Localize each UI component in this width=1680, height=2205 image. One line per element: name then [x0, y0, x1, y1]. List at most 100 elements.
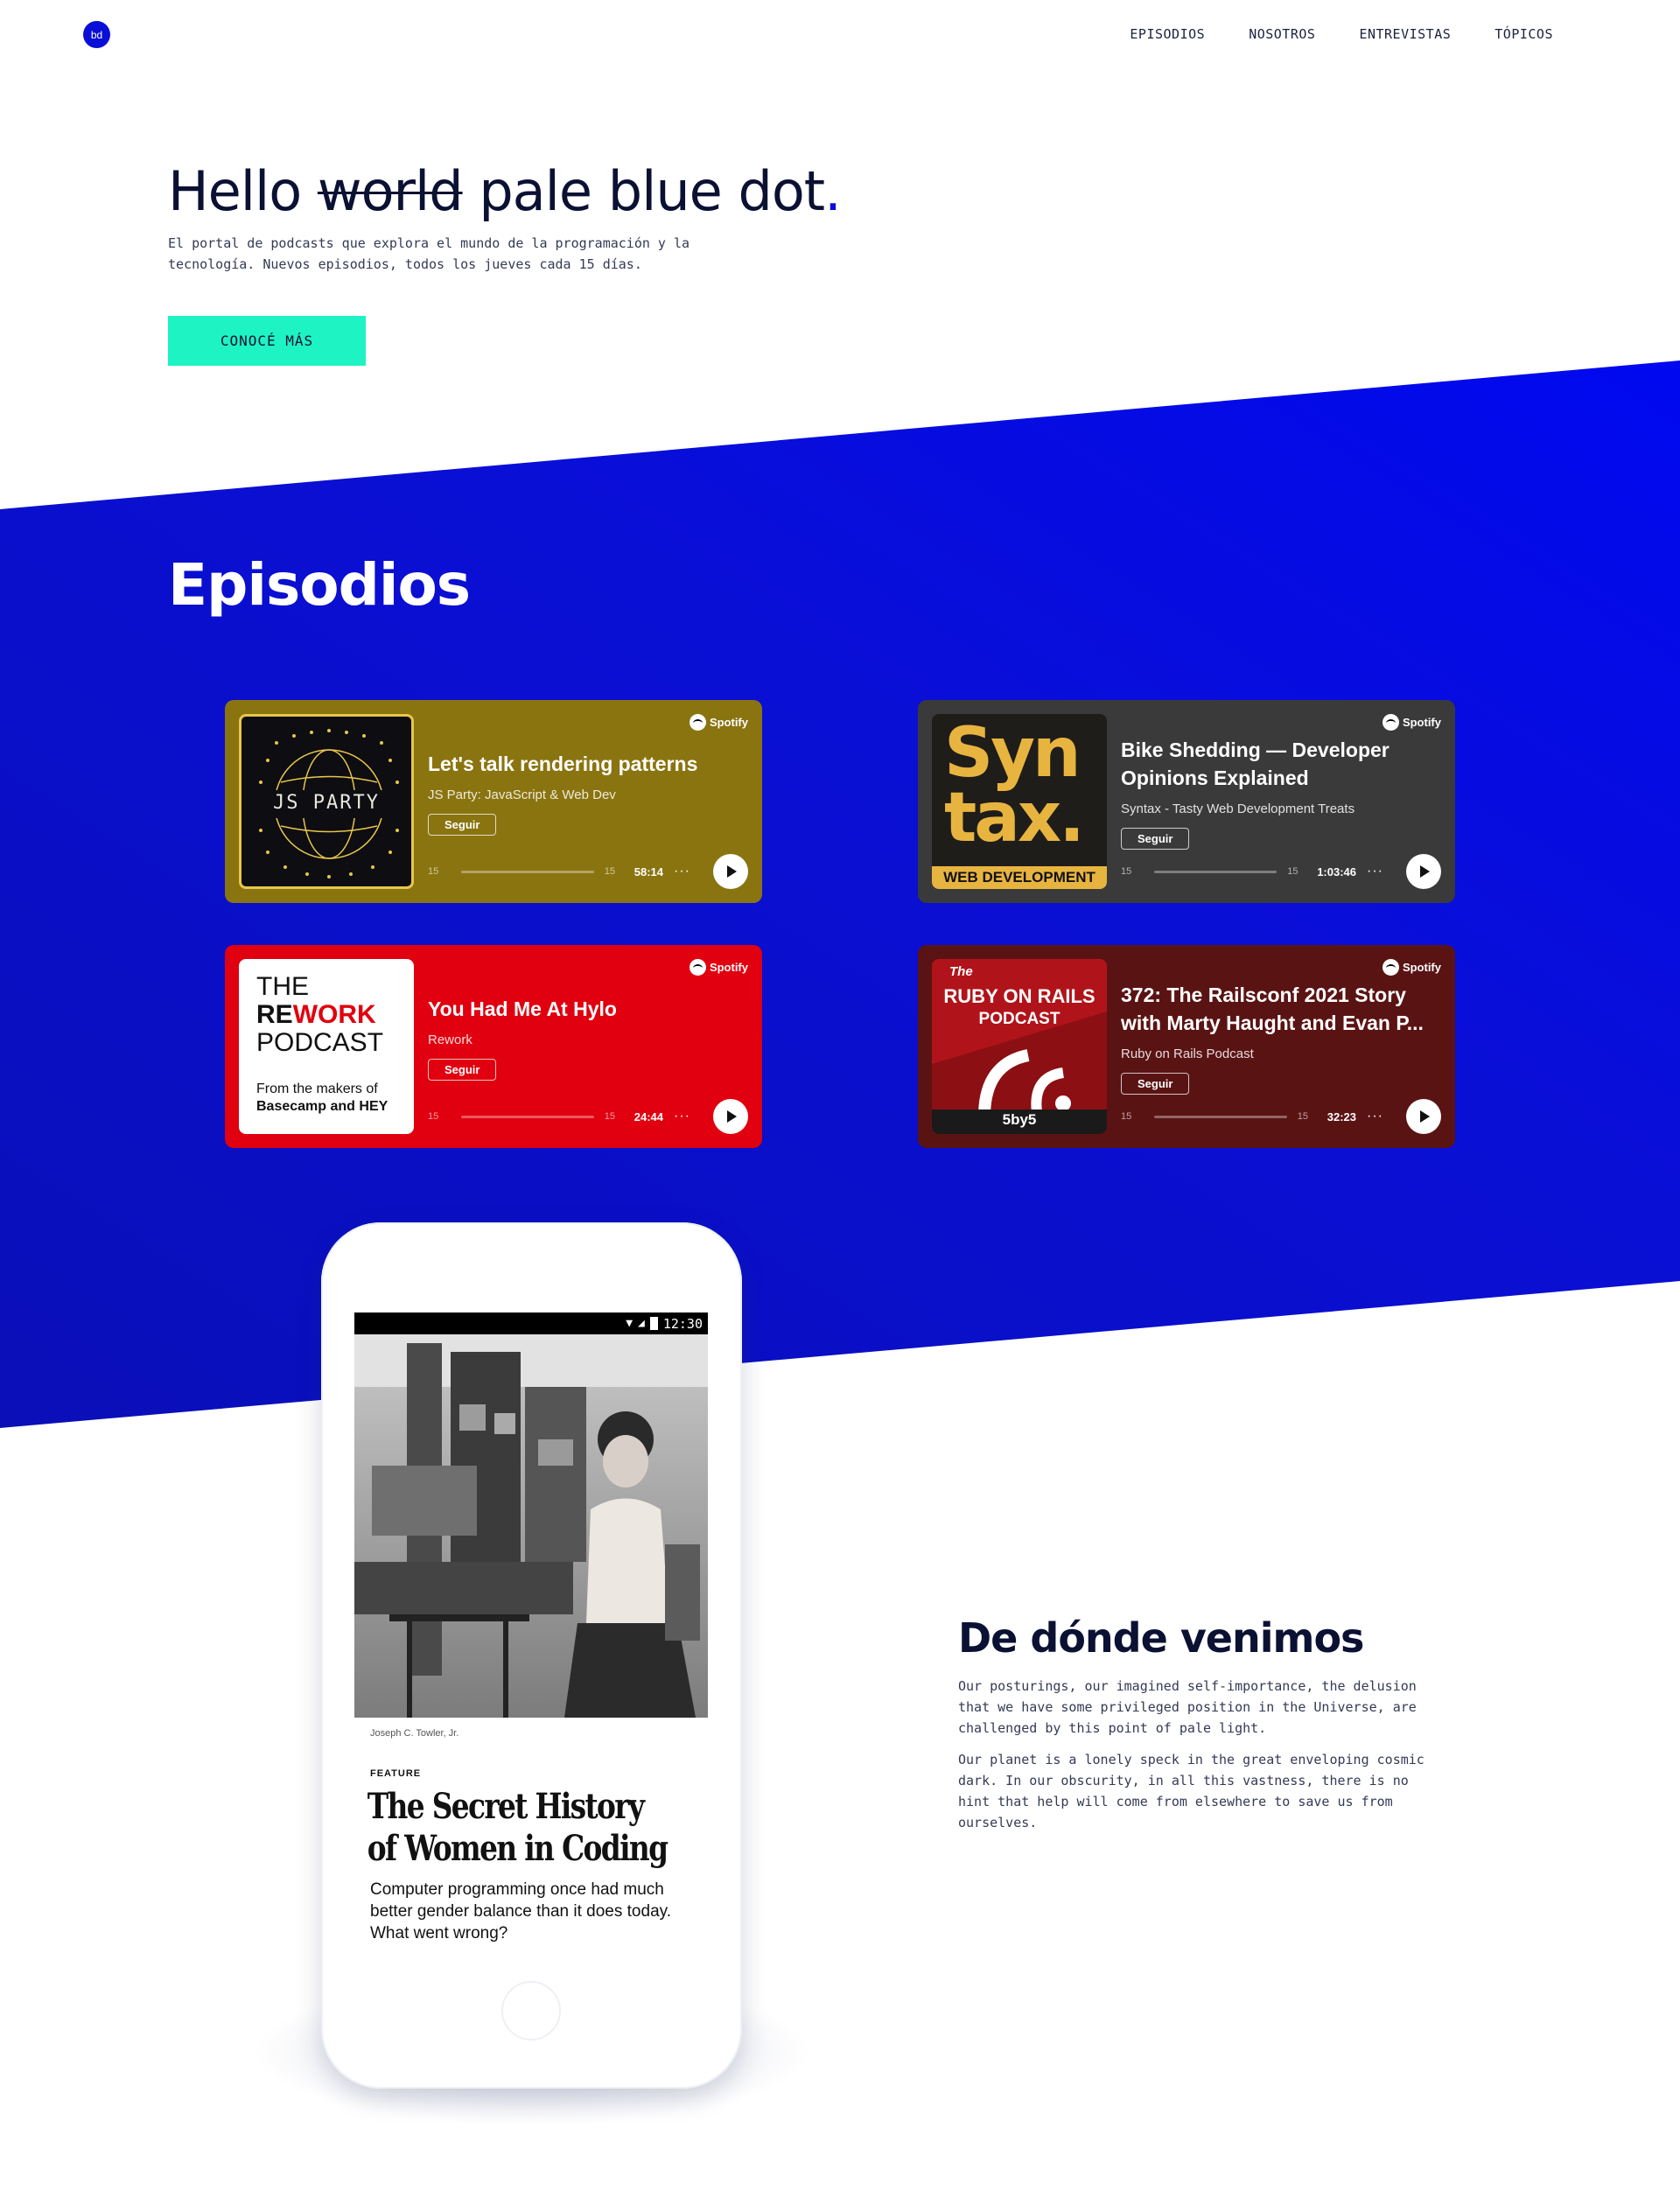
forward-15-icon[interactable]: 15	[1298, 1111, 1320, 1122]
follow-button[interactable]: Seguir	[428, 1059, 497, 1081]
episode-title: Bike Shedding — Developer Opinions Expla…	[1121, 738, 1390, 789]
more-icon[interactable]: ···	[1367, 864, 1383, 879]
play-button[interactable]	[1406, 854, 1441, 889]
play-button[interactable]	[713, 1099, 748, 1134]
cover-art-banner: WEB DEVELOPMENT	[932, 866, 1107, 889]
spotify-label: Spotify	[1402, 716, 1441, 729]
cta-button[interactable]: CONOCÉ MÁS	[168, 316, 366, 366]
status-time: 12:30	[662, 1315, 703, 1332]
spotify-badge[interactable]: Spotify	[689, 959, 748, 976]
rewind-15-icon[interactable]: 15	[1121, 866, 1144, 877]
about-title: De dónde venimos	[958, 1614, 1364, 1662]
episode-title: 372: The Railsconf 2021 Story with Marty…	[1121, 984, 1424, 1034]
play-button[interactable]	[1406, 1099, 1441, 1134]
cover-art-line-1: Syn	[944, 714, 1082, 793]
episode-title: Let's talk rendering patterns	[428, 752, 698, 775]
phone-home-button	[501, 1981, 561, 2040]
episode-card[interactable]: Syn tax. WEB DEVELOPMENT Spotify Bike Sh…	[918, 700, 1455, 903]
cover-art-line-3: PODCAST	[978, 1010, 1060, 1028]
player-controls: 15 15 24:44 ···	[428, 1099, 748, 1134]
nav-nosotros[interactable]: NOSOTROS	[1249, 26, 1315, 42]
cover-art-line-2: REWORK	[256, 1001, 376, 1029]
forward-15-icon[interactable]: 15	[605, 1111, 627, 1122]
spotify-label: Spotify	[709, 961, 748, 974]
spotify-badge[interactable]: Spotify	[1382, 959, 1441, 976]
hero-title-strike: world	[317, 159, 464, 223]
cover-art-line-4: From the makers of	[256, 1082, 378, 1096]
episode-show: Syntax - Tasty Web Development Treats	[1121, 802, 1355, 816]
spotify-badge[interactable]: Spotify	[1382, 714, 1441, 731]
article-headline-line-2: of Women in Coding	[367, 1828, 668, 1869]
logo[interactable]: bd	[83, 21, 110, 48]
progress-bar[interactable]	[461, 870, 594, 873]
cover-art-line-1: THE	[256, 972, 309, 1001]
article-headline[interactable]: The Secret History of Women in Coding	[354, 1779, 699, 1870]
cover-art-line-3: PODCAST	[256, 1028, 384, 1057]
play-button[interactable]	[713, 854, 748, 889]
main-nav: EPISODIOS NOSOTROS ENTREVISTAS TÓPICOS	[1130, 26, 1553, 42]
progress-bar[interactable]	[1154, 870, 1278, 873]
hero-title: Hello world pale blue dot.	[168, 159, 842, 223]
spotify-badge[interactable]: Spotify	[689, 714, 748, 731]
follow-button[interactable]: Seguir	[1121, 1073, 1190, 1095]
forward-15-icon[interactable]: 15	[605, 866, 627, 877]
player-controls: 15 15 32:23 ···	[1121, 1099, 1441, 1134]
episode-show: JS Party: JavaScript & Web Dev	[428, 788, 616, 802]
nav-entrevistas[interactable]: ENTREVISTAS	[1359, 26, 1451, 42]
episode-card[interactable]: The RUBY ON RAILS PODCAST 5by5 Spotify 3…	[918, 945, 1455, 1148]
more-icon[interactable]: ···	[1367, 1109, 1383, 1124]
hero-title-start: Hello	[168, 159, 302, 223]
cover-art: Syn tax. WEB DEVELOPMENT	[932, 714, 1107, 889]
cover-art-line-5: Basecamp and HEY	[256, 1099, 388, 1114]
more-icon[interactable]: ···	[674, 1109, 690, 1124]
spotify-icon	[689, 714, 706, 731]
rewind-15-icon[interactable]: 15	[1121, 1111, 1144, 1122]
player-controls: 15 15 1:03:46 ···	[1121, 854, 1441, 889]
player-controls: 15 15 58:14 ···	[428, 854, 748, 889]
episode-show: Rework	[428, 1032, 472, 1047]
episode-duration: 58:14	[634, 864, 664, 878]
nav-topicos[interactable]: TÓPICOS	[1494, 26, 1553, 42]
photo-credit: Joseph C. Towler, Jr.	[370, 1728, 459, 1739]
spotify-label: Spotify	[1402, 961, 1441, 974]
cover-art-title: JS PARTY	[273, 792, 380, 814]
cover-art-line-4: 5by5	[1002, 1111, 1037, 1128]
spotify-label: Spotify	[709, 716, 748, 729]
hero-title-end: pale blue dot	[479, 159, 825, 223]
progress-bar[interactable]	[461, 1115, 594, 1118]
article-headline-line-1: The Secret History	[367, 1786, 645, 1827]
hero-subtitle: El portal de podcasts que explora el mun…	[168, 235, 690, 272]
follow-button[interactable]: Seguir	[428, 814, 497, 836]
wifi-icon: ▼	[626, 1317, 634, 1330]
episode-duration: 1:03:46	[1317, 864, 1357, 878]
episode-duration: 32:23	[1326, 1110, 1357, 1124]
about-paragraph-1: Our posturings, our imagined self-import…	[958, 1678, 1417, 1736]
signal-icon: ◢	[638, 1317, 645, 1330]
spotify-icon	[1382, 714, 1399, 731]
rewind-15-icon[interactable]: 15	[428, 866, 451, 877]
rewind-15-icon[interactable]: 15	[428, 1111, 451, 1122]
episode-card[interactable]: THE REWORK PODCAST From the makers of Ba…	[225, 945, 762, 1148]
cover-art-work: WORK	[292, 1000, 376, 1029]
forward-15-icon[interactable]: 15	[1287, 866, 1310, 877]
episode-title: You Had Me At Hylo	[428, 998, 617, 1020]
episode-duration: 24:44	[634, 1110, 664, 1124]
cover-art-line-2: RUBY ON RAILS	[943, 985, 1096, 1007]
cover-art-line-1: The	[949, 964, 973, 979]
spotify-icon	[689, 959, 706, 976]
hero-title-dot: .	[824, 159, 842, 223]
more-icon[interactable]: ···	[674, 864, 690, 879]
cover-art-re: RE	[256, 1000, 293, 1029]
spotify-icon	[1382, 959, 1399, 976]
phone-screen: ▼ ◢ 12:30 Joseph C. Towler, Jr. FEATURE …	[354, 1312, 708, 1942]
follow-button[interactable]: Seguir	[1121, 828, 1190, 850]
progress-bar[interactable]	[1154, 1115, 1287, 1118]
about-paragraph-2: Our planet is a lonely speck in the grea…	[958, 1752, 1424, 1830]
status-bar: ▼ ◢ 12:30	[354, 1312, 708, 1334]
episodes-title: Episodios	[168, 551, 471, 619]
battery-icon	[649, 1317, 658, 1330]
episode-card[interactable]: JS PARTY Spotify Let's talk rendering pa…	[225, 700, 762, 903]
nav-episodios[interactable]: EPISODIOS	[1130, 26, 1205, 42]
episode-show: Ruby on Rails Podcast	[1121, 1046, 1254, 1061]
cover-art-line-2: tax.	[944, 779, 1085, 858]
